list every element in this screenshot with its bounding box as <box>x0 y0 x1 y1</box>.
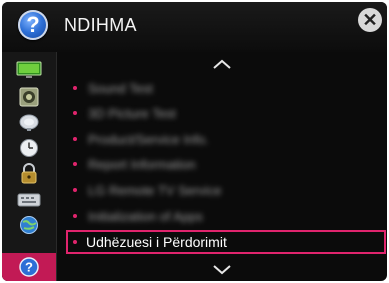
bullet-icon <box>73 188 77 192</box>
bullet-icon <box>73 86 77 90</box>
sidebar: ? <box>2 52 57 281</box>
sidebar-item-time[interactable] <box>10 136 48 160</box>
list-item[interactable]: Product/Service Info. <box>66 128 386 150</box>
bullet-icon <box>73 214 77 218</box>
header: ? NDIHMA ✕ <box>2 2 387 52</box>
sidebar-item-screen[interactable] <box>10 58 48 82</box>
sidebar-item-options[interactable] <box>10 188 48 212</box>
help-icon-glyph: ? <box>25 260 33 275</box>
help-icon: ? <box>19 257 39 277</box>
page-title: NDIHMA <box>64 15 137 35</box>
keyboard-icon <box>17 193 41 207</box>
bullet-icon <box>73 137 77 141</box>
sidebar-item-sound[interactable] <box>10 85 48 109</box>
close-button[interactable]: ✕ <box>358 8 382 32</box>
sidebar-item-network[interactable] <box>10 213 48 237</box>
list-item-label: LG Remote TV Service <box>88 183 222 198</box>
bullet-icon <box>73 240 77 244</box>
list-item[interactable]: Sound Test <box>66 77 386 99</box>
list-item[interactable]: LG Remote TV Service <box>66 179 386 201</box>
scroll-up-arrow-icon[interactable] <box>212 58 232 70</box>
list-item-label: Product/Service Info. <box>88 132 209 147</box>
help-badge-icon: ? <box>18 10 48 40</box>
list-item-label: 3D Picture Test <box>88 106 176 121</box>
sidebar-item-help[interactable]: ? <box>2 253 56 281</box>
list-item-selected[interactable]: Udhëzuesi i Përdorimit <box>66 230 386 254</box>
satellite-dish-icon <box>19 114 39 131</box>
scroll-down-arrow-icon[interactable] <box>212 264 232 276</box>
list-item-label: Initialization of Apps <box>88 209 203 224</box>
screen-icon <box>16 61 42 78</box>
sidebar-item-lock[interactable] <box>10 162 48 186</box>
list-item[interactable]: 3D Picture Test <box>66 102 386 124</box>
list-item-label: Udhëzuesi i Përdorimit <box>86 234 227 250</box>
speaker-icon <box>19 87 39 107</box>
sidebar-item-channels[interactable] <box>10 110 48 134</box>
list-item[interactable]: Initialization of Apps <box>66 205 386 227</box>
list-item-label: Report Information <box>88 157 196 172</box>
help-screen: ? NDIHMA ✕ ? Sound Test 3D Picture Test … <box>2 2 387 281</box>
list-item-label: Sound Test <box>88 81 153 96</box>
bullet-icon <box>73 111 77 115</box>
list-item[interactable]: Report Information <box>66 153 386 175</box>
globe-icon <box>20 216 38 234</box>
bullet-icon <box>73 162 77 166</box>
lock-icon <box>21 163 37 184</box>
help-menu: Sound Test 3D Picture Test Product/Servi… <box>62 52 387 281</box>
clock-icon <box>20 139 38 157</box>
